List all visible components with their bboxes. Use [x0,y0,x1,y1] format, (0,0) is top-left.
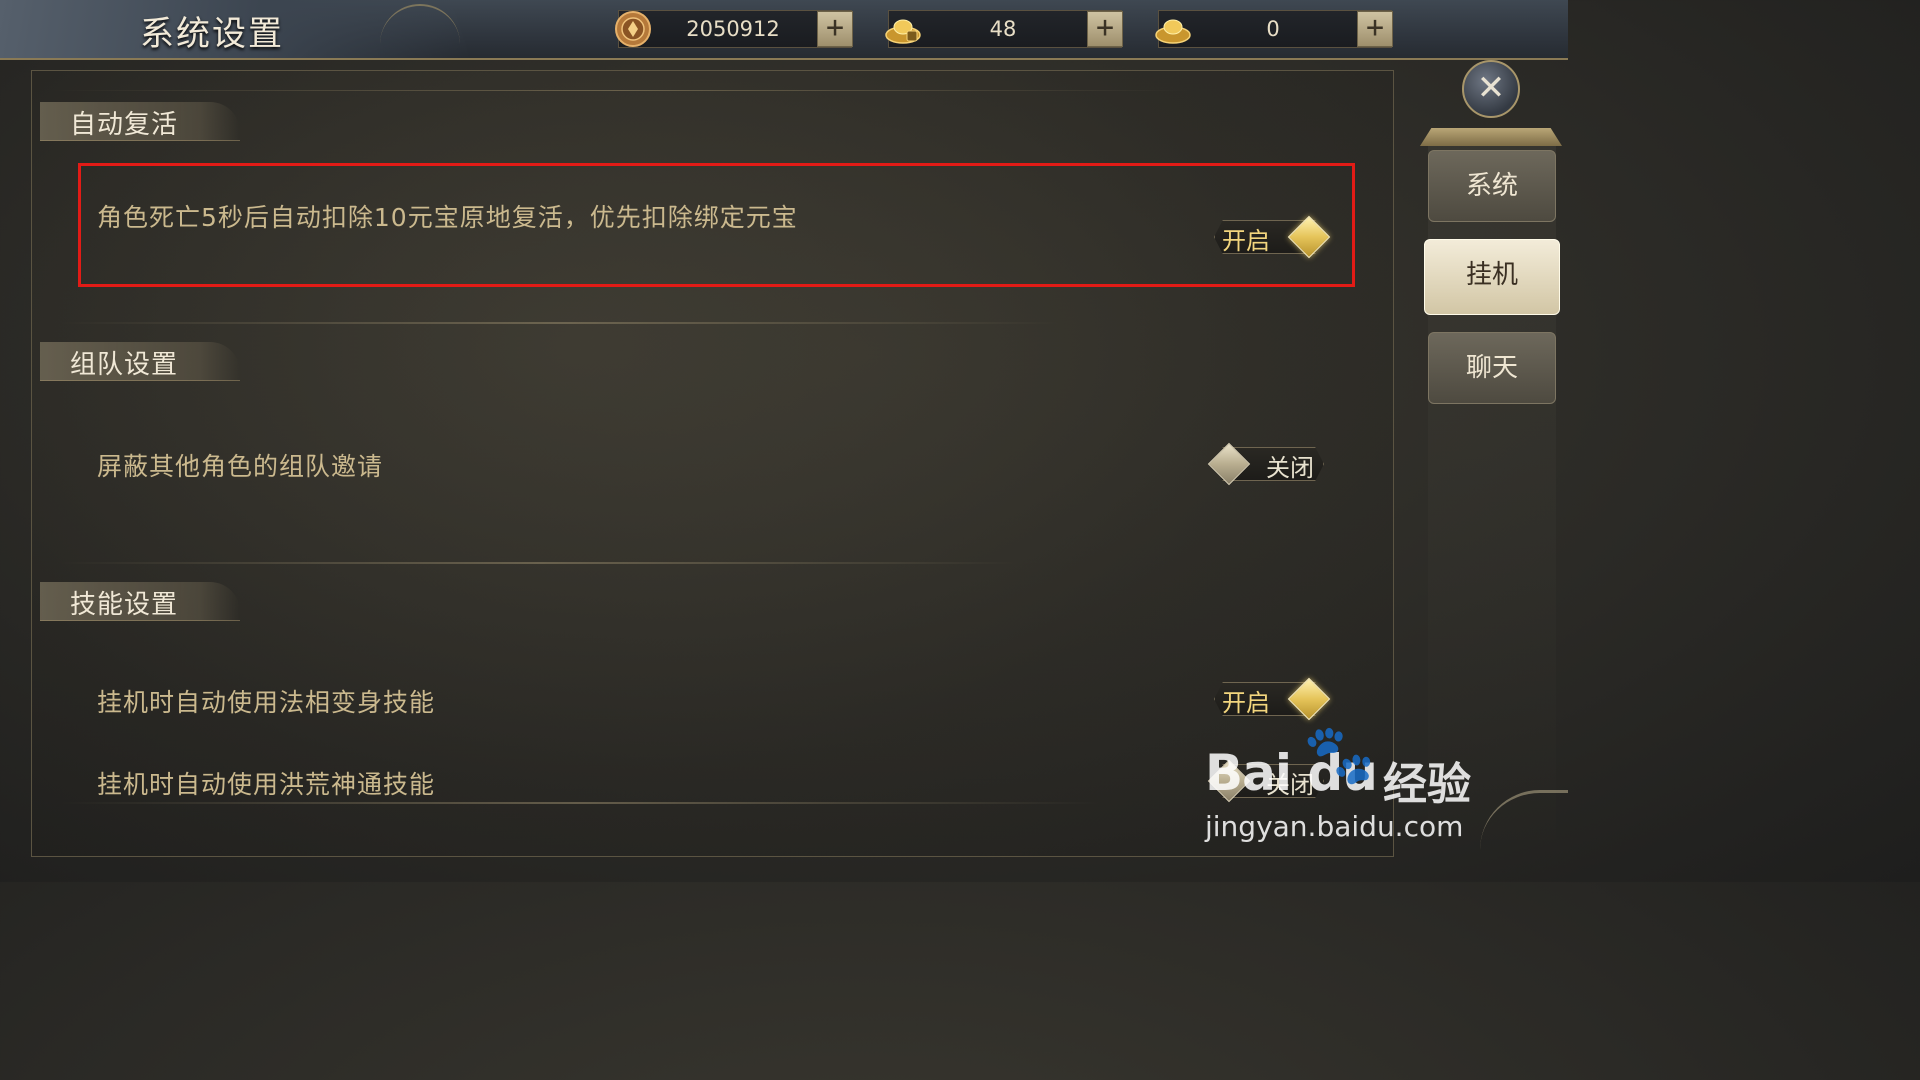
section-title: 技能设置 [70,590,179,620]
bound-gold-ingot-icon [885,19,921,44]
gold-ingot-icon [1155,19,1191,44]
watermark-text: 经验 [1383,759,1471,810]
divider [60,802,1100,804]
watermark-url: jingyan.baidu.com [1205,810,1464,843]
add-bound-ingot-button[interactable]: + [1087,11,1123,47]
top-bar: 系统设置 2050912 + 48 + 0 + [0,0,1568,60]
auto-revive-option-label: 角色死亡5秒后自动扣除10元宝原地复活，优先扣除绑定元宝 [97,203,798,232]
section-header-auto-revive: 自动复活 [40,102,240,141]
divider [60,562,1020,564]
toggle-label: 开启 [1222,689,1270,717]
bound-ingot-currency: 48 + [885,10,1123,48]
baidu-watermark: Bai du 🐾 经验 jingyan.baidu.com [1205,720,1495,850]
tab-system[interactable]: 系统 [1428,150,1556,222]
section-header-skill: 技能设置 [40,582,240,621]
side-nav-ornament [1420,128,1562,146]
auto-transform-skill-label: 挂机时自动使用法相变身技能 [97,688,436,717]
add-copper-button[interactable]: + [817,11,853,47]
section-header-team: 组队设置 [40,342,240,381]
add-ingot-button[interactable]: + [1357,11,1393,47]
block-team-invite-toggle[interactable]: 关闭 [1207,442,1326,486]
close-button[interactable]: ✕ [1462,60,1520,118]
section-title: 组队设置 [70,350,179,380]
toggle-label: 关闭 [1266,454,1314,482]
block-team-invite-label: 屏蔽其他角色的组队邀请 [97,452,384,481]
copper-amount: 2050912 [686,17,780,41]
ingot-amount: 0 [1266,17,1280,41]
section-title: 自动复活 [70,110,179,140]
page-title: 系统设置 [140,14,284,54]
ingot-currency: 0 + [1155,10,1393,48]
auto-divine-skill-label: 挂机时自动使用洪荒神通技能 [97,770,436,799]
auto-transform-skill-toggle[interactable]: 开启 [1208,677,1331,721]
copper-currency: 2050912 + [615,10,853,48]
panel-top-divider [50,90,1190,91]
toggle-label: 开启 [1222,227,1270,255]
paw-icon: 🐾 [1303,720,1376,788]
tab-chat[interactable]: 聊天 [1428,332,1556,404]
copper-coin-icon [615,11,651,47]
auto-revive-toggle[interactable]: 开启 [1208,215,1331,259]
bound-ingot-amount: 48 [989,17,1017,41]
tab-afk[interactable]: 挂机 [1424,239,1560,315]
divider [60,322,1060,324]
